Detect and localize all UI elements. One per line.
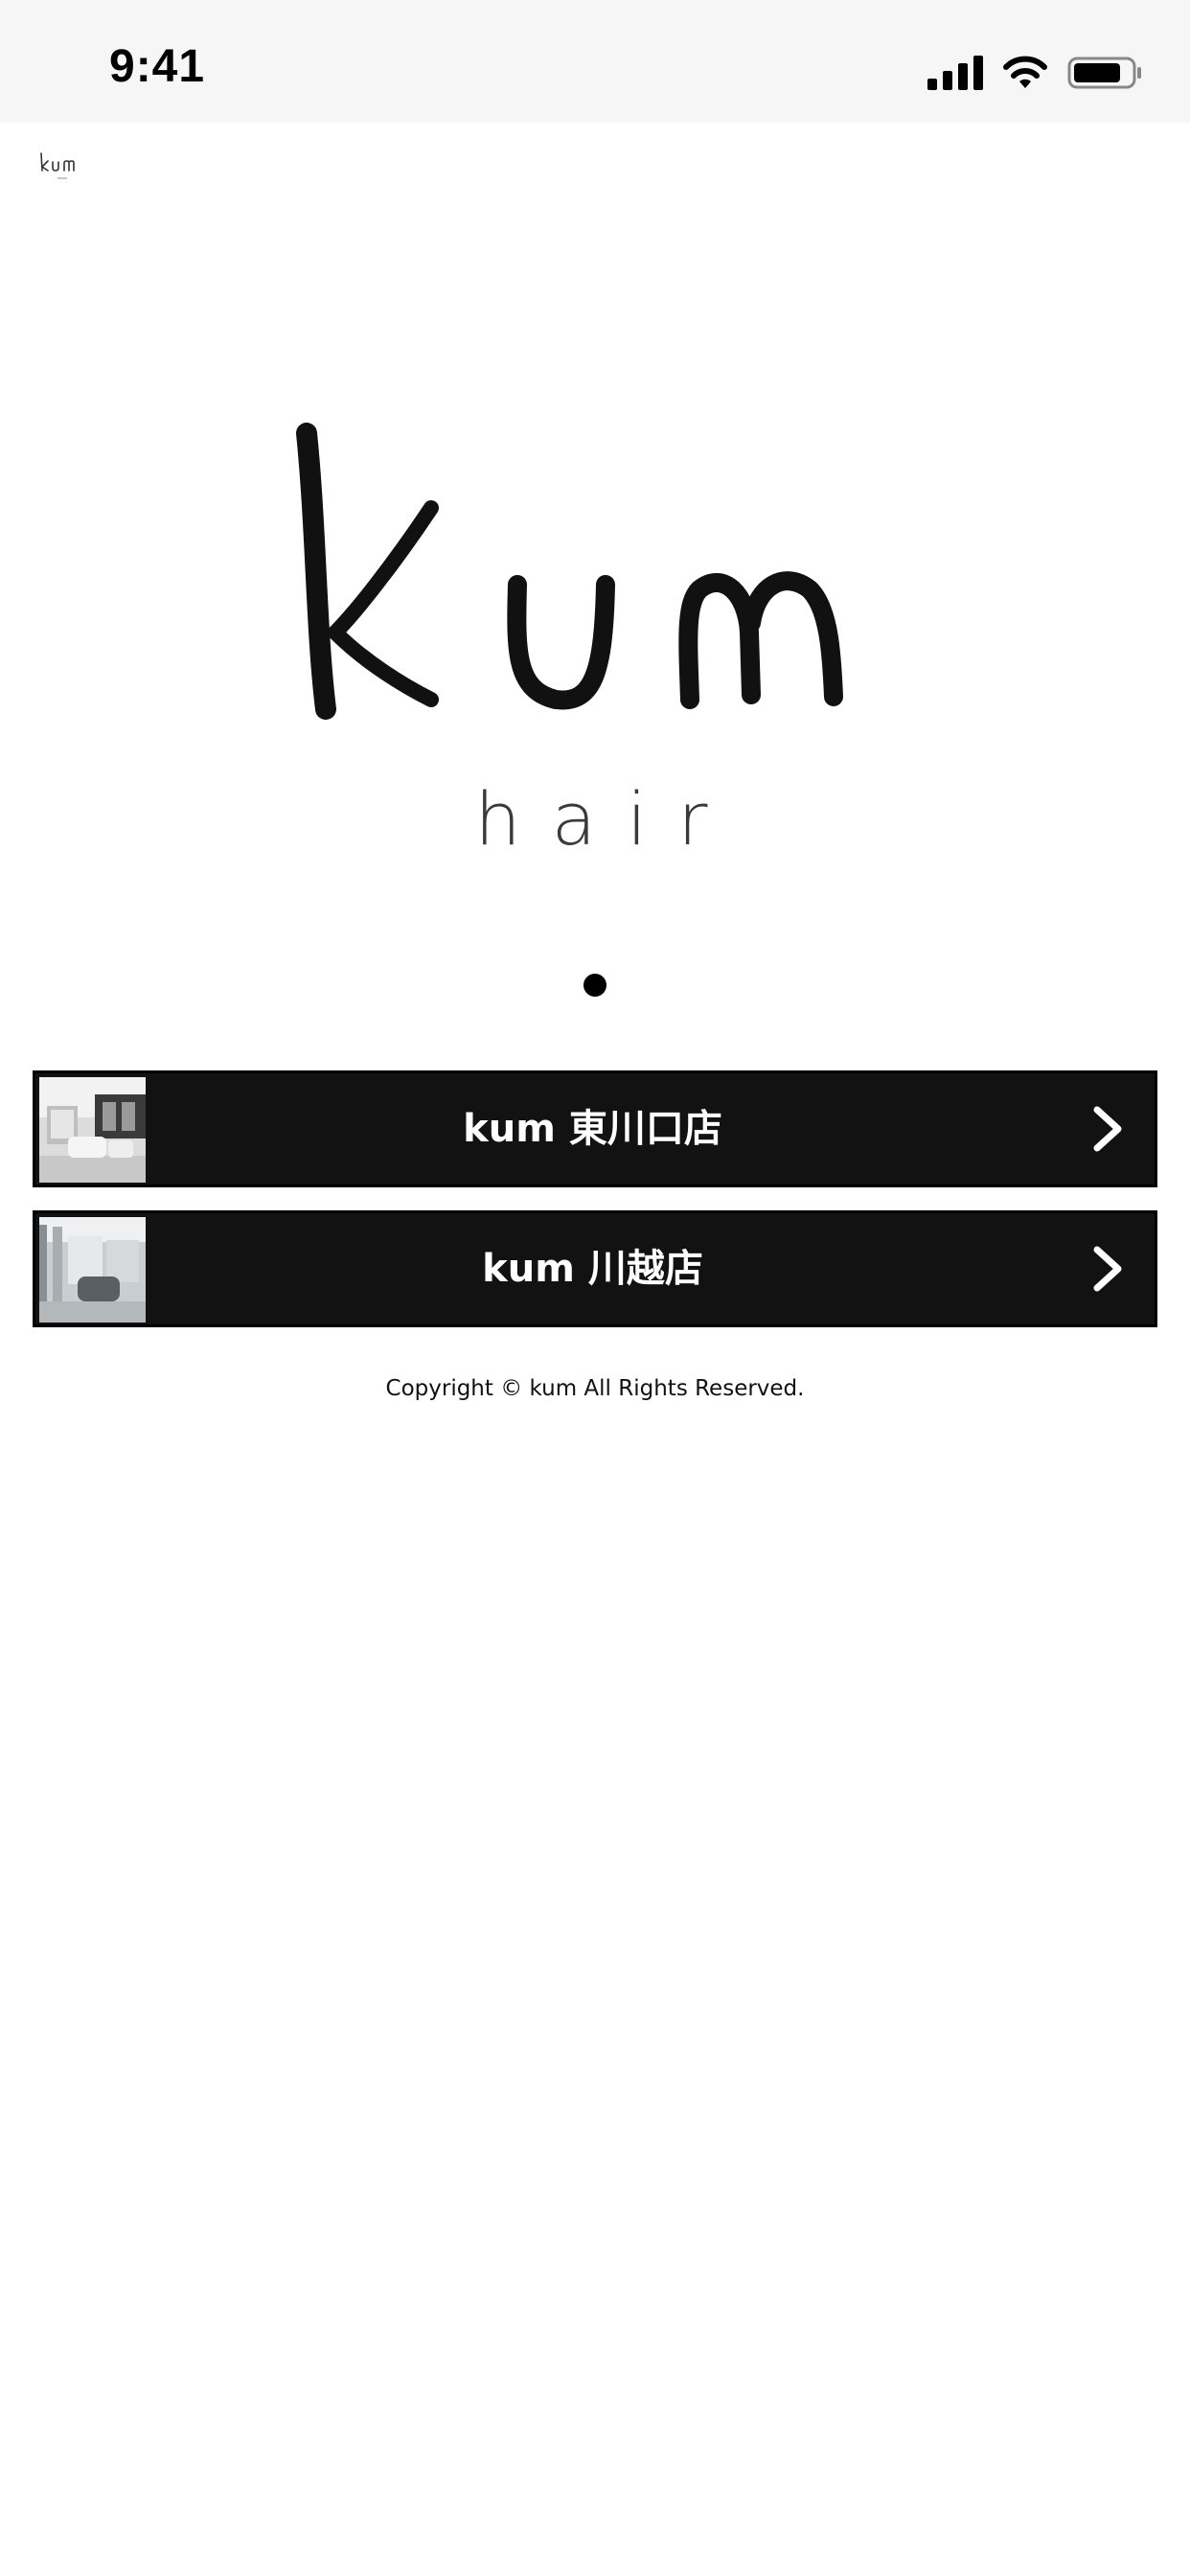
chevron-right-icon	[1093, 1246, 1122, 1292]
store-thumbnail	[39, 1217, 146, 1322]
store-thumbnail	[39, 1077, 146, 1183]
wifi-icon	[1002, 56, 1048, 90]
store-label: kum 川越店	[482, 1247, 703, 1291]
cellular-signal-icon	[927, 56, 983, 90]
store-list: kum 東川口店 kum 川越店	[33, 1070, 1157, 1350]
copyright-text: Copyright © kum All Rights Reserved.	[385, 1376, 805, 1401]
carousel-pager	[0, 974, 1190, 997]
kum-logo-small-icon	[40, 152, 75, 179]
store-button-higashikawaguchi[interactable]: kum 東川口店	[33, 1070, 1157, 1187]
header-logo[interactable]	[38, 150, 86, 188]
kum-logo-icon	[296, 423, 843, 720]
store-label: kum 東川口店	[463, 1107, 722, 1151]
app-screen: 9:41 hair kum 東川口店 kum 川越店 Copyright © k…	[0, 0, 1190, 2576]
chevron-right-icon	[1093, 1106, 1122, 1152]
pager-dot-active[interactable]	[584, 974, 606, 997]
status-time: 9:41	[109, 41, 206, 92]
status-icons	[927, 54, 1144, 92]
salon-interior-photo-icon	[39, 1217, 146, 1322]
store-button-kawagoe[interactable]: kum 川越店	[33, 1210, 1157, 1327]
salon-interior-photo-icon	[39, 1077, 146, 1183]
logo-subtitle: hair	[474, 776, 739, 862]
battery-icon	[1067, 56, 1144, 90]
status-bar: 9:41	[0, 0, 1190, 123]
